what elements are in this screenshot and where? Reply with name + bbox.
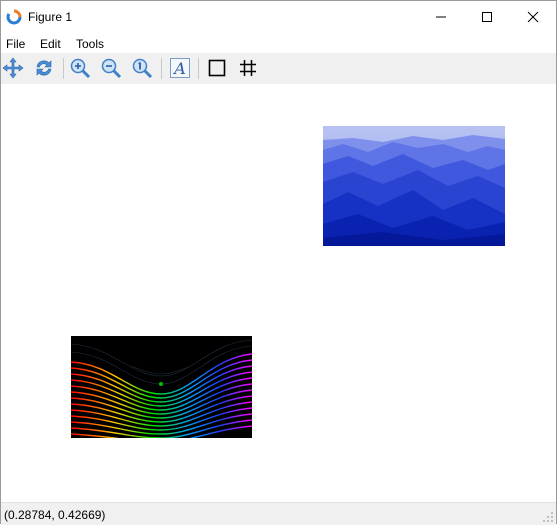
resize-grip-icon[interactable] [542, 511, 554, 523]
menu-file[interactable]: File [6, 37, 25, 51]
menu-edit[interactable]: Edit [40, 37, 61, 51]
toolbar-separator [63, 58, 64, 79]
status-bar: (0.28784, 0.42669) [1, 502, 556, 525]
close-icon [527, 11, 539, 23]
zoom-in-icon [70, 58, 91, 79]
refresh-icon [36, 60, 52, 76]
square-icon [208, 59, 226, 77]
square-button[interactable] [205, 56, 229, 80]
mountains-image [323, 126, 505, 246]
text-icon: A [170, 58, 190, 78]
title-bar[interactable]: Figure 1 [1, 1, 556, 33]
toolbar-separator [161, 58, 162, 79]
svg-text:A: A [172, 59, 186, 78]
pan-button[interactable] [1, 56, 25, 80]
zoom-out-icon [101, 58, 122, 79]
toolbar-separator [198, 58, 199, 79]
grid-icon [240, 60, 256, 76]
toolbar: A [1, 53, 556, 84]
app-logo-icon [6, 9, 22, 25]
figure-canvas[interactable] [1, 84, 556, 502]
refresh-button[interactable] [32, 56, 56, 80]
grid-button[interactable] [236, 56, 260, 80]
figure-window: Figure 1 File Edit Tools A (0.28784, 0.4… [0, 0, 557, 525]
cursor-coordinates: (0.28784, 0.42669) [4, 508, 106, 522]
maximize-button[interactable] [464, 1, 510, 33]
minimize-icon [436, 16, 446, 18]
minimize-button[interactable] [418, 1, 464, 33]
rainbow-contour-image [71, 336, 252, 438]
text-button[interactable]: A [168, 56, 192, 80]
menu-tools[interactable]: Tools [76, 37, 104, 51]
close-button[interactable] [510, 1, 556, 33]
maximize-icon [482, 12, 492, 22]
menu-bar: File Edit Tools [1, 33, 556, 53]
zoom-reset-button[interactable] [130, 56, 154, 80]
pan-icon [2, 57, 24, 79]
window-title: Figure 1 [28, 10, 73, 24]
zoom-reset-icon [132, 58, 153, 79]
zoom-in-button[interactable] [68, 56, 92, 80]
zoom-out-button[interactable] [99, 56, 123, 80]
